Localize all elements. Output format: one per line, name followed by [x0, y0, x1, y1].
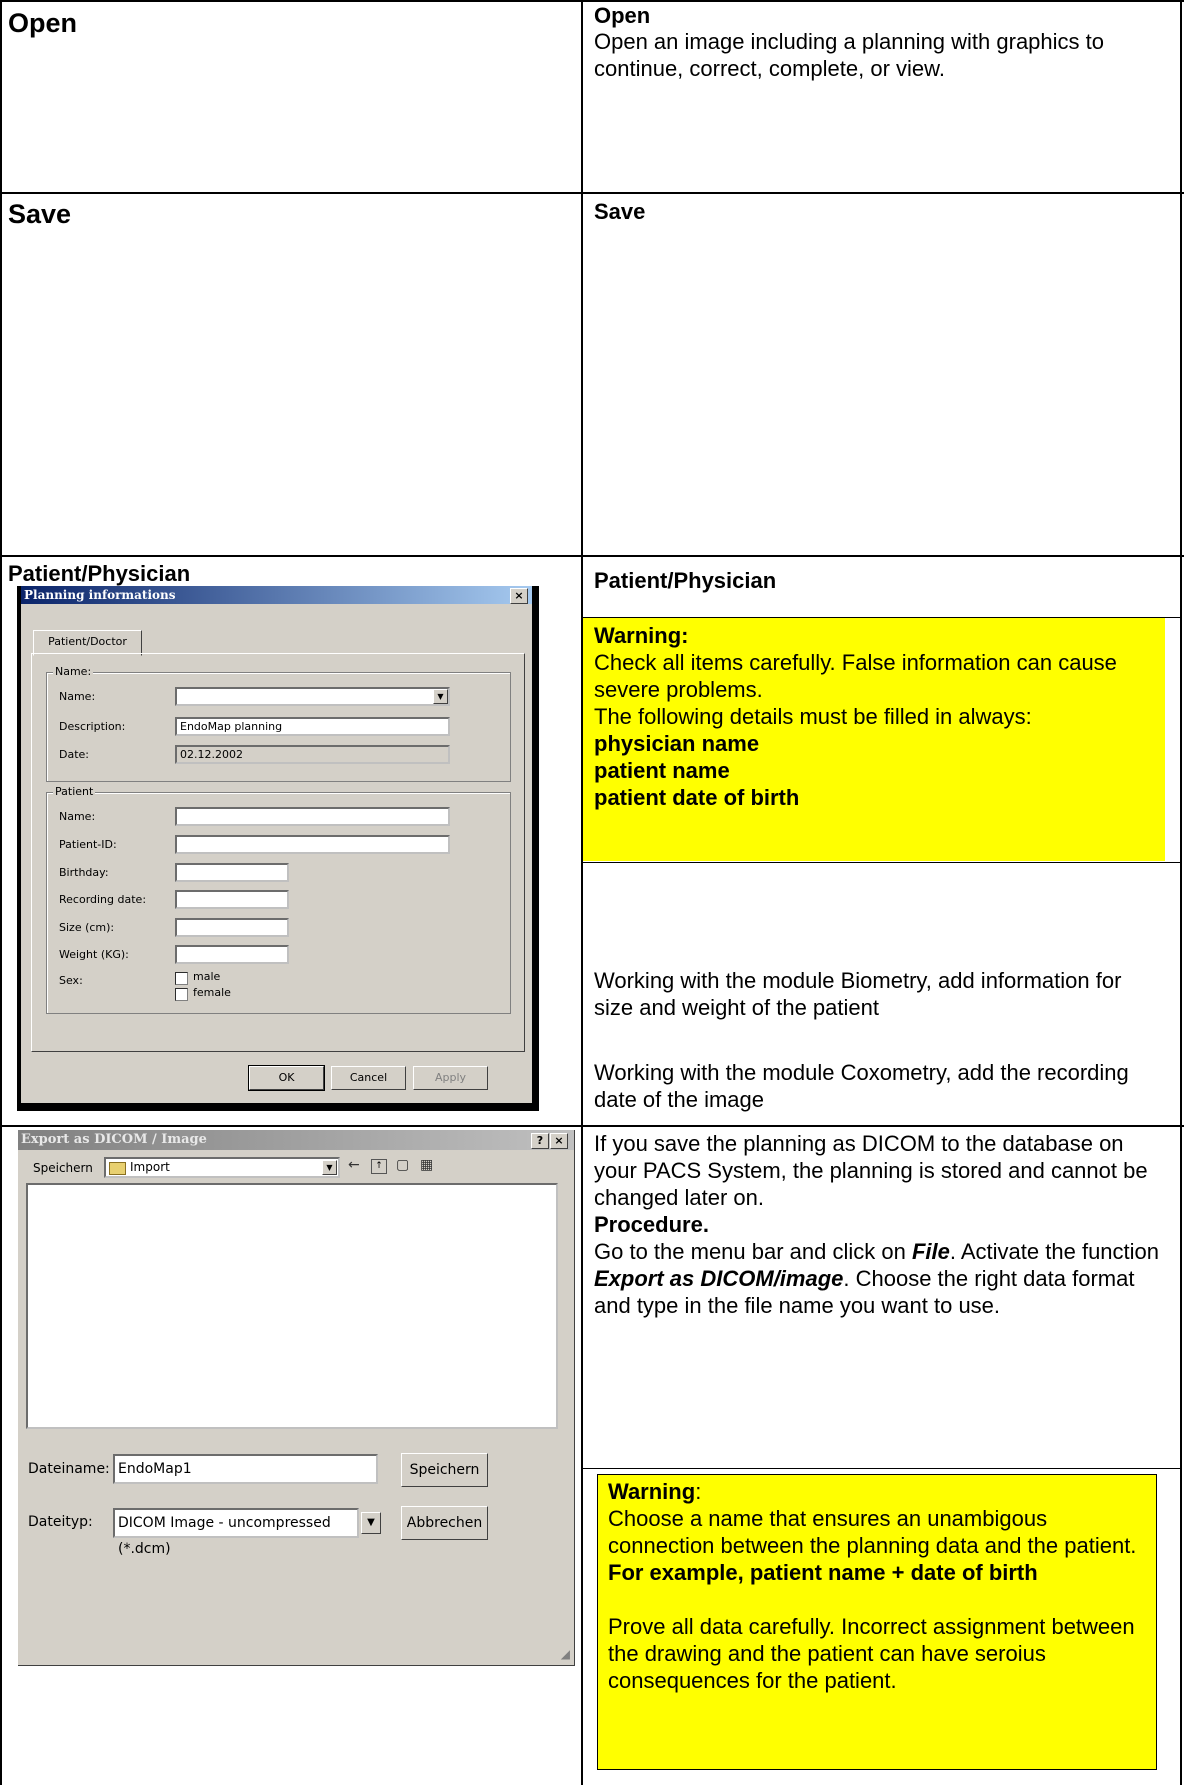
open-description: Open an image including a planning with …	[594, 29, 1104, 81]
table-border-left	[0, 0, 2, 1785]
warning-item-patient: patient name	[594, 758, 730, 783]
row-divider	[0, 1125, 1184, 1127]
open-subheading: Open	[594, 3, 651, 28]
female-label: female	[193, 986, 231, 999]
patient-name-field[interactable]	[175, 807, 450, 826]
procedure-part: . Activate the function	[949, 1239, 1160, 1264]
naming-warning: Warning: Choose a name that ensures an u…	[608, 1478, 1153, 1694]
warning-item-physician: physician name	[594, 731, 760, 756]
recording-date-label: Recording date:	[59, 893, 147, 906]
resize-grip-icon[interactable]: ◢	[561, 1647, 570, 1661]
procedure-part: Go to the menu bar and click on	[594, 1239, 912, 1264]
naming-warning-title-row: Warning:	[608, 1478, 1153, 1505]
table-border-right	[1180, 0, 1182, 1785]
naming-warning-text2: Prove all data carefully. Incorrect assi…	[608, 1614, 1135, 1693]
file-menu-ref: File	[911, 1239, 950, 1264]
planning-dialog-frame: Planning informations × Patient/Doctor N…	[17, 586, 539, 1111]
coxometry-info: Working with the module Coxometry, add t…	[594, 1060, 1129, 1112]
save-heading: Save	[8, 199, 72, 229]
birthday-field[interactable]	[175, 863, 289, 882]
patient-name-label: Name:	[59, 810, 96, 823]
patient-physician-heading: Patient/Physician	[8, 561, 191, 586]
row-divider	[0, 555, 1184, 557]
patient-id-label: Patient-ID:	[59, 838, 117, 851]
cell-divider	[583, 862, 1182, 863]
filetype-label: Dateityp:	[28, 1514, 93, 1530]
save-subheading: Save	[594, 199, 646, 224]
warning-item-dob: patient date of birth	[594, 785, 800, 810]
patient-physician-subheading: Patient/Physician	[594, 568, 777, 593]
name-group-label: Name:	[53, 665, 94, 678]
dicom-save-text: If you save the planning as DICOM to the…	[594, 1131, 1148, 1210]
date-label: Date:	[59, 748, 89, 761]
description-field[interactable]: EndoMap planning	[175, 717, 450, 736]
size-field[interactable]	[175, 918, 289, 937]
help-icon[interactable]: ?	[531, 1133, 549, 1149]
save-button[interactable]: Speichern	[401, 1453, 488, 1487]
naming-warning-text: Choose a name that ensures an unambigous…	[608, 1506, 1137, 1558]
filename-label: Dateiname:	[28, 1461, 110, 1477]
sex-label: Sex:	[59, 974, 83, 987]
folder-icon	[109, 1162, 126, 1175]
naming-example: For example, patient name + date of birt…	[608, 1560, 1038, 1585]
new-folder-icon[interactable]: ▢	[396, 1157, 409, 1173]
chevron-down-icon[interactable]: ▼	[433, 689, 448, 704]
patient-group-label: Patient	[53, 785, 96, 798]
biometry-info: Working with the module Biometry, add in…	[594, 968, 1122, 1020]
view-menu-icon[interactable]: ▦	[420, 1157, 433, 1173]
birthday-label: Birthday:	[59, 866, 109, 879]
cell-divider	[583, 1468, 1182, 1469]
description-label: Description:	[59, 720, 126, 733]
weight-label: Weight (KG):	[59, 948, 129, 961]
export-function-ref: Export as DICOM/image	[594, 1266, 844, 1291]
dicom-save-info: If you save the planning as DICOM to the…	[594, 1130, 1169, 1319]
size-label: Size (cm):	[59, 921, 115, 934]
doctor-name-select[interactable]	[175, 687, 450, 706]
male-checkbox[interactable]	[175, 972, 188, 985]
recording-date-field[interactable]	[175, 890, 289, 909]
planning-dialog-title: Planning informations	[21, 586, 532, 604]
cancel-button[interactable]: Cancel	[331, 1066, 406, 1090]
patient-warning-text2: The following details must be filled in …	[594, 704, 1032, 729]
table-border-top	[0, 0, 1184, 2]
apply-button[interactable]: Apply	[413, 1066, 488, 1090]
procedure-label: Procedure.	[594, 1212, 709, 1237]
chevron-down-icon[interactable]: ▼	[322, 1160, 337, 1175]
patient-warning-title: Warning:	[594, 623, 689, 648]
save-in-label: Speichern	[33, 1161, 93, 1175]
close-icon[interactable]: ×	[510, 588, 528, 604]
close-icon[interactable]: ×	[550, 1133, 568, 1149]
female-checkbox[interactable]	[175, 988, 188, 1001]
patient-id-field[interactable]	[175, 835, 450, 854]
chevron-down-icon[interactable]: ▼	[361, 1512, 381, 1534]
naming-warning-colon: :	[695, 1479, 702, 1504]
patient-warning-text: Check all items carefully. False informa…	[594, 650, 1117, 702]
naming-warning-title: Warning	[608, 1479, 696, 1504]
filename-field[interactable]: EndoMap1	[113, 1454, 378, 1484]
male-label: male	[193, 970, 221, 983]
export-dialog: Export as DICOM / Image ? × Speichern Im…	[18, 1130, 575, 1666]
planning-dialog: Planning informations × Patient/Doctor N…	[21, 586, 532, 1103]
ok-button[interactable]: OK	[248, 1065, 325, 1091]
row-divider	[0, 192, 1184, 194]
open-heading: Open	[8, 8, 78, 38]
table-divider	[581, 0, 583, 1785]
doctor-name-label: Name:	[59, 690, 96, 703]
export-dialog-title: Export as DICOM / Image	[18, 1130, 574, 1150]
up-folder-icon[interactable]: ↑	[371, 1159, 387, 1174]
patient-warning: Warning: Check all items carefully. Fals…	[594, 622, 1154, 811]
cancel-button[interactable]: Abbrechen	[401, 1506, 488, 1540]
file-list[interactable]	[26, 1183, 558, 1429]
save-in-select[interactable]: Import	[104, 1157, 340, 1178]
back-icon[interactable]: ←	[348, 1157, 360, 1173]
filetype-select[interactable]: DICOM Image - uncompressed (*.dcm)	[113, 1508, 359, 1557]
procedure-text: Go to the menu bar and click on File. Ac…	[594, 1238, 1169, 1319]
weight-field[interactable]	[175, 945, 289, 964]
date-field: 02.12.2002	[175, 745, 450, 764]
